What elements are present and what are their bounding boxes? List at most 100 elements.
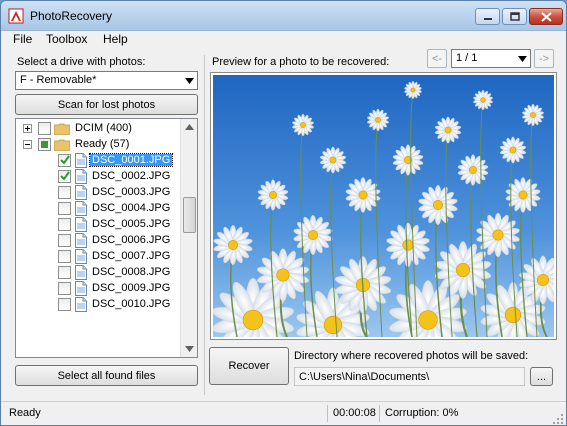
close-button[interactable] (529, 8, 563, 25)
image-file-icon (75, 265, 87, 280)
tree-group-ready[interactable]: Ready (57) (16, 137, 180, 153)
file-checkbox[interactable] (58, 266, 71, 279)
file-checkbox[interactable] (58, 282, 71, 295)
tree-file-row[interactable]: DSC_0006.JPG (16, 233, 180, 249)
drive-select[interactable]: F - Removable* (15, 71, 198, 90)
scroll-thumb[interactable] (183, 197, 196, 233)
directory-field[interactable]: C:\Users\Nina\Documents\ (294, 367, 525, 386)
file-checkbox[interactable] (58, 298, 71, 311)
next-photo-button[interactable]: -> (534, 49, 554, 68)
panel-splitter[interactable] (204, 55, 205, 395)
image-file-icon (75, 169, 87, 184)
close-icon (540, 11, 552, 22)
tree-group-dcim[interactable]: DCIM (400) (16, 121, 180, 137)
file-name: DSC_0008.JPG (92, 266, 171, 278)
recover-button[interactable]: Recover (209, 347, 289, 385)
title-bar[interactable]: PhotoRecovery (1, 1, 566, 31)
file-name: DSC_0005.JPG (92, 218, 171, 230)
file-checkbox[interactable] (58, 218, 71, 231)
file-checkbox[interactable] (58, 186, 71, 199)
menu-help[interactable]: Help (103, 32, 128, 46)
maximize-icon (509, 12, 520, 21)
image-file-icon (75, 297, 87, 312)
folder-icon (54, 139, 70, 151)
file-name: DSC_0007.JPG (92, 250, 171, 262)
tree-file-row[interactable]: DSC_0009.JPG (16, 281, 180, 297)
menu-file[interactable]: File (13, 32, 32, 46)
scroll-up-icon[interactable] (185, 124, 194, 130)
folder-icon (54, 123, 70, 135)
image-file-icon (75, 153, 87, 168)
file-name: DSC_0004.JPG (92, 202, 171, 214)
browse-button[interactable]: ... (530, 367, 553, 386)
file-name: DSC_0006.JPG (92, 234, 171, 246)
file-name: DSC_0001.JPG (88, 153, 174, 167)
tree-group-label: DCIM (400) (73, 122, 134, 134)
chevron-down-icon (185, 78, 194, 84)
tree-group-label: Ready (57) (73, 138, 131, 150)
image-file-icon (75, 249, 87, 264)
image-file-icon (75, 201, 87, 216)
page-select-value: 1 / 1 (456, 52, 478, 64)
group-name: Ready (75, 138, 107, 150)
prev-photo-button[interactable]: <- (427, 49, 447, 68)
status-corruption: Corruption: 0% (385, 407, 459, 419)
file-checkbox[interactable] (58, 170, 71, 183)
group-count: (400) (106, 122, 132, 134)
image-file-icon (75, 281, 87, 296)
group-checkbox[interactable] (38, 138, 51, 151)
status-divider (379, 405, 380, 422)
app-window: PhotoRecovery File Toolbox Help Select a… (0, 0, 567, 426)
tree-scrollbar[interactable] (180, 119, 197, 357)
file-checkbox[interactable] (58, 234, 71, 247)
status-text: Ready (9, 407, 41, 419)
file-name: DSC_0003.JPG (92, 186, 171, 198)
group-checkbox[interactable] (38, 122, 51, 135)
chevron-down-icon (518, 56, 527, 62)
resize-grip-icon[interactable] (552, 413, 564, 425)
status-time: 00:00:08 (333, 407, 376, 419)
file-name: DSC_0002.JPG (92, 170, 171, 182)
group-count: (57) (109, 138, 130, 150)
menu-bar: File Toolbox Help (1, 31, 566, 49)
tree-file-row[interactable]: DSC_0005.JPG (16, 217, 180, 233)
scroll-down-icon[interactable] (185, 346, 194, 352)
maximize-button[interactable] (502, 8, 527, 25)
directory-label: Directory where recovered photos will be… (294, 350, 529, 362)
minimize-icon (483, 17, 492, 20)
status-divider (327, 405, 328, 422)
select-all-button[interactable]: Select all found files (15, 365, 198, 386)
file-checkbox[interactable] (58, 250, 71, 263)
status-bar: Ready 00:00:08 Corruption: 0% (1, 401, 566, 425)
expand-icon[interactable] (23, 124, 32, 133)
file-checkbox[interactable] (58, 154, 71, 167)
group-name: DCIM (75, 122, 104, 134)
drive-select-value: F - Removable* (20, 74, 97, 86)
image-file-icon (75, 185, 87, 200)
tree-file-row[interactable]: DSC_0007.JPG (16, 249, 180, 265)
app-logo-icon (8, 8, 24, 24)
tree-file-row[interactable]: DSC_0010.JPG (16, 297, 180, 313)
file-checkbox[interactable] (58, 202, 71, 215)
file-name: DSC_0010.JPG (92, 298, 171, 310)
daisy-photo-image (213, 75, 554, 337)
directory-value: C:\Users\Nina\Documents\ (299, 371, 430, 383)
page-select[interactable]: 1 / 1 (451, 49, 531, 68)
scan-button[interactable]: Scan for lost photos (15, 94, 198, 115)
image-file-icon (75, 217, 87, 232)
file-tree[interactable]: DCIM (400) Ready (57) DSC_0001.JPG DSC_00… (15, 118, 198, 358)
tree-file-row[interactable]: DSC_0004.JPG (16, 201, 180, 217)
collapse-icon[interactable] (23, 140, 32, 149)
checkmark-icon (60, 155, 70, 165)
drive-label: Select a drive with photos: (17, 56, 146, 68)
photo-preview (210, 72, 557, 340)
window-title: PhotoRecovery (30, 9, 113, 23)
tree-file-row[interactable]: DSC_0002.JPG (16, 169, 180, 185)
checkmark-icon (60, 171, 70, 181)
menu-toolbox[interactable]: Toolbox (46, 32, 87, 46)
tree-file-row[interactable]: DSC_0008.JPG (16, 265, 180, 281)
tree-file-row[interactable]: DSC_0003.JPG (16, 185, 180, 201)
tree-file-row[interactable]: DSC_0001.JPG (16, 153, 180, 169)
file-name: DSC_0009.JPG (92, 282, 171, 294)
minimize-button[interactable] (475, 8, 500, 25)
